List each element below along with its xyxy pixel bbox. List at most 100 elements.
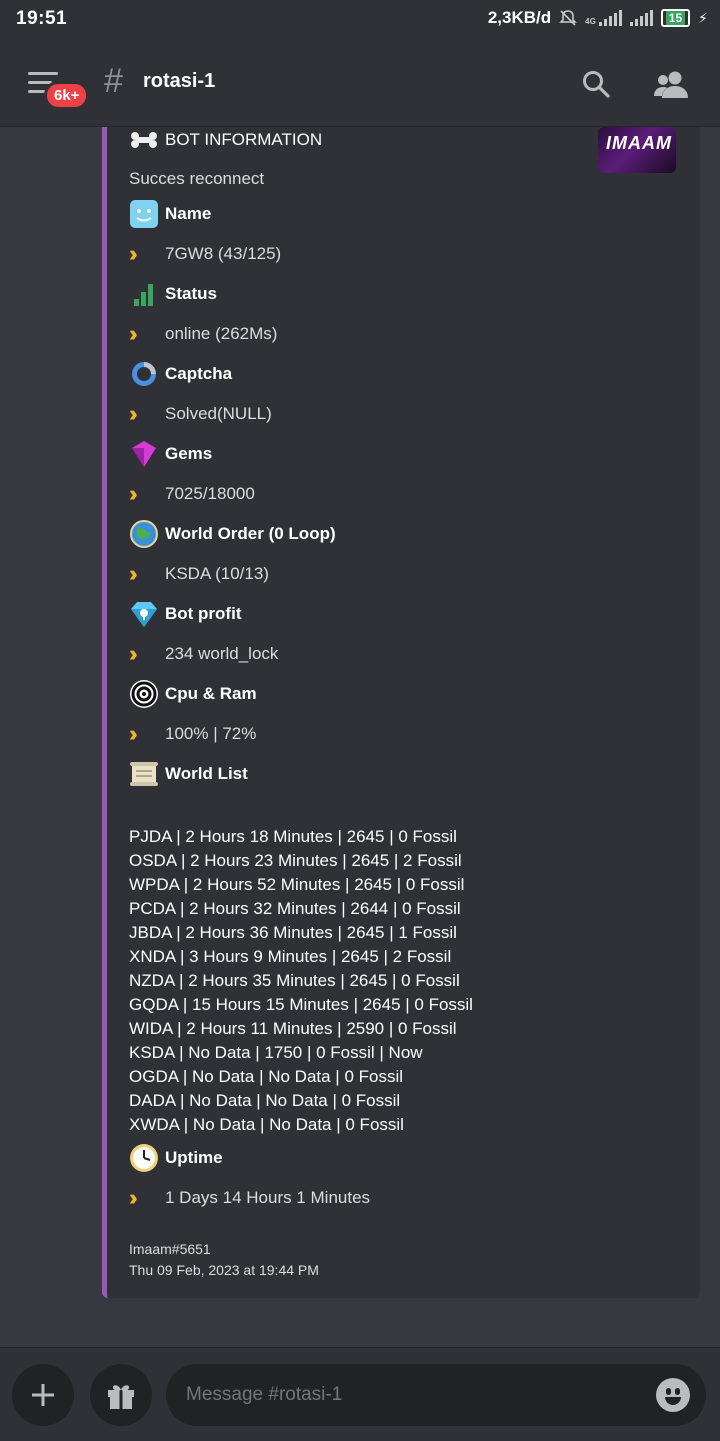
field-name-row: Cpu & Ram (129, 679, 257, 709)
double-chevron-icon: ›› (129, 561, 138, 586)
field-value: 7025/18000 (165, 484, 255, 503)
captcha-icon (129, 359, 159, 389)
gift-button[interactable] (90, 1364, 152, 1426)
double-chevron-icon: ›› (129, 401, 138, 426)
field-value-row: ›› 234 world_lock (129, 639, 278, 669)
field-name-row: Status (129, 279, 217, 309)
thumbnail-logo-text: IMAAM (606, 133, 672, 153)
signal-4g-icon: 4G (585, 10, 622, 26)
double-chevron-icon: ›› (129, 641, 138, 666)
members-icon[interactable] (654, 70, 690, 98)
world-list-item: WPDA | 2 Hours 52 Minutes | 2645 | 0 Fos… (129, 875, 465, 894)
field-label: World List (165, 764, 248, 783)
status-bar: 19:51 2,3KB/d 4G 15 ⚡ (0, 0, 720, 40)
field-value-row: ›› 7GW8 (43/125) (129, 239, 281, 269)
world-list-item: OGDA | No Data | No Data | 0 Fossil (129, 1067, 404, 1086)
signal-icon (629, 10, 653, 26)
bone-icon (129, 127, 159, 155)
double-chevron-icon: ›› (129, 1185, 138, 1210)
signal-bars-icon (129, 279, 159, 309)
embed-footer-author: Imaam#5651 (129, 1241, 211, 1257)
charging-icon: ⚡ (698, 9, 708, 26)
gem-icon (129, 439, 159, 469)
gift-icon (108, 1385, 134, 1409)
clock: 19:51 (16, 8, 68, 29)
message-placeholder: Message #rotasi-1 (186, 1384, 343, 1405)
embed-description: Succes reconnect (129, 169, 265, 188)
world-list: PJDA | 2 Hours 18 Minutes | 2645 | 0 Fos… (129, 825, 473, 1137)
field-label: Uptime (165, 1148, 223, 1167)
world-list-item: OSDA | 2 Hours 23 Minutes | 2645 | 2 Fos… (129, 851, 462, 870)
field-label: Bot profit (165, 604, 242, 623)
emoji-icon[interactable] (656, 1378, 690, 1412)
notification-badge: 6k+ (44, 81, 90, 110)
bot-embed: IMAAM BOT INFORMATION Succes reconnect N… (102, 127, 700, 1298)
field-name-row: World Order (0 Loop) (129, 519, 336, 549)
ubisoft-swirl-icon (129, 679, 159, 709)
field-value: 234 world_lock (165, 644, 279, 663)
world-list-title-row: World List (129, 759, 248, 789)
search-icon[interactable] (582, 70, 610, 98)
field-value: 7GW8 (43/125) (165, 244, 282, 263)
mute-bell-icon (559, 10, 578, 26)
world-list-item: WIDA | 2 Hours 11 Minutes | 2590 | 0 Fos… (129, 1019, 457, 1038)
embed-title: BOT INFORMATION (165, 130, 323, 149)
diamond-lock-icon (129, 599, 159, 629)
field-value: online (262Ms) (165, 324, 278, 343)
globe-icon (129, 519, 159, 549)
world-list-item: NZDA | 2 Hours 35 Minutes | 2645 | 0 Fos… (129, 971, 460, 990)
world-list-item: KSDA | No Data | 1750 | 0 Fossil | Now (129, 1043, 423, 1062)
field-value-row: ›› 100% | 72% (129, 719, 256, 749)
field-name-row: Name (129, 199, 211, 229)
field-value: 100% | 72% (165, 724, 257, 743)
field-value: KSDA (10/13) (165, 564, 269, 583)
double-chevron-icon: ›› (129, 481, 138, 506)
message-input[interactable]: Message #rotasi-1 (166, 1364, 706, 1426)
battery-level: 15 (665, 11, 686, 25)
field-label: Cpu & Ram (165, 684, 257, 703)
channel-header: 6k+ # rotasi-1 (0, 40, 720, 127)
field-value: 1 Days 14 Hours 1 Minutes (165, 1188, 371, 1207)
field-name-row: Uptime (129, 1143, 223, 1173)
battery-icon: 15 (660, 9, 691, 27)
network-speed: 2,3KB/d (487, 8, 552, 27)
world-list-item: PCDA | 2 Hours 32 Minutes | 2644 | 0 Fos… (129, 899, 461, 918)
field-value-row: ›› online (262Ms) (129, 319, 277, 349)
field-name-row: Bot profit (129, 599, 241, 629)
scroll-icon (129, 759, 159, 789)
embed-title-row: BOT INFORMATION (129, 127, 322, 155)
field-name-row: Gems (129, 439, 212, 469)
world-list-item: JBDA | 2 Hours 36 Minutes | 2645 | 1 Fos… (129, 923, 457, 942)
field-value-row: ›› 1 Days 14 Hours 1 Minutes (129, 1183, 370, 1213)
field-value-row: ›› KSDA (10/13) (129, 559, 269, 589)
smiley-face-icon (129, 199, 159, 229)
hashtag-icon: # (104, 62, 123, 100)
plus-icon (32, 1384, 54, 1406)
field-value-row: ›› 7025/18000 (129, 479, 255, 509)
double-chevron-icon: ›› (129, 321, 138, 346)
field-label: World Order (0 Loop) (165, 524, 336, 543)
embed-thumbnail[interactable]: IMAAM (598, 127, 676, 173)
world-list-item: GQDA | 15 Hours 15 Minutes | 2645 | 0 Fo… (129, 995, 473, 1014)
clock-icon (129, 1143, 159, 1173)
world-list-item: XWDA | No Data | No Data | 0 Fossil (129, 1115, 404, 1134)
double-chevron-icon: ›› (129, 721, 138, 746)
double-chevron-icon: ›› (129, 241, 138, 266)
field-value-row: ›› Solved(NULL) (129, 399, 272, 429)
world-list-item: DADA | No Data | No Data | 0 Fossil (129, 1091, 401, 1110)
field-value: Solved(NULL) (165, 404, 272, 423)
add-attachment-button[interactable] (12, 1364, 74, 1426)
world-list-item: XNDA | 3 Hours 9 Minutes | 2645 | 2 Foss… (129, 947, 452, 966)
field-label: Status (165, 284, 217, 303)
field-label: Gems (165, 444, 213, 463)
field-label: Captcha (165, 364, 233, 383)
channel-title[interactable]: rotasi-1 (143, 70, 215, 93)
world-list-item: PJDA | 2 Hours 18 Minutes | 2645 | 0 Fos… (129, 827, 457, 846)
message-composer: Message #rotasi-1 (0, 1347, 720, 1441)
network-type: 4G (585, 17, 596, 26)
message-list[interactable]: IMAAM BOT INFORMATION Succes reconnect N… (0, 127, 720, 1347)
status-icons: 2,3KB/d 4G 15 ⚡ (488, 8, 708, 28)
embed-footer-timestamp: Thu 09 Feb, 2023 at 19:44 PM (129, 1262, 319, 1278)
field-name-row: Captcha (129, 359, 232, 389)
field-label: Name (165, 204, 212, 223)
